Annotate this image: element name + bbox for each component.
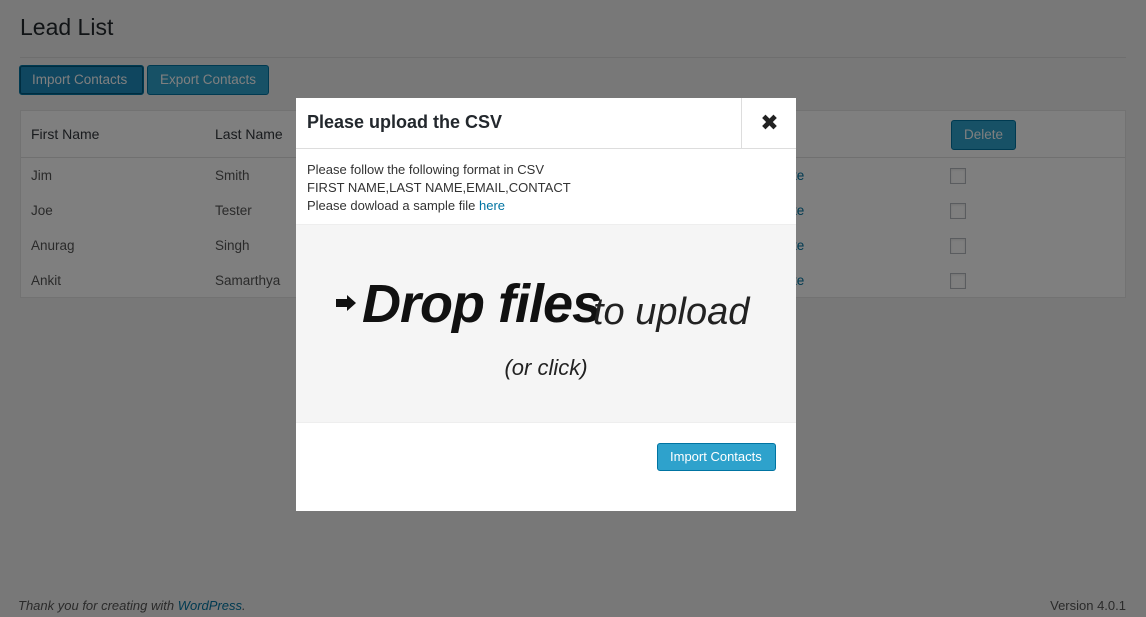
sample-file-link[interactable]: here: [479, 198, 505, 213]
dropzone-main-text: Drop files: [362, 274, 602, 334]
csv-instructions: Please follow the following format in CS…: [307, 161, 571, 215]
csv-format: FIRST NAME,LAST NAME,EMAIL,CONTACT: [307, 180, 571, 195]
arrow-right-icon: [336, 295, 356, 311]
sample-file-text: Please dowload a sample file: [307, 198, 476, 213]
modal-header: Please upload the CSV ✖: [296, 98, 796, 149]
modal-import-contacts-button[interactable]: Import Contacts: [657, 443, 776, 471]
modal-title: Please upload the CSV: [307, 112, 503, 132]
dropzone-click-hint: (or click): [504, 355, 588, 380]
file-dropzone[interactable]: Drop files to upload (or click): [296, 224, 796, 423]
instruction-line: Please dowload a sample file here: [307, 197, 571, 215]
upload-modal: Please upload the CSV ✖ Please follow th…: [296, 98, 796, 511]
close-icon[interactable]: ✖: [741, 98, 797, 148]
dropzone-sub-text: to upload: [593, 291, 750, 333]
instruction-line: Please follow the following format in CS…: [307, 162, 545, 177]
